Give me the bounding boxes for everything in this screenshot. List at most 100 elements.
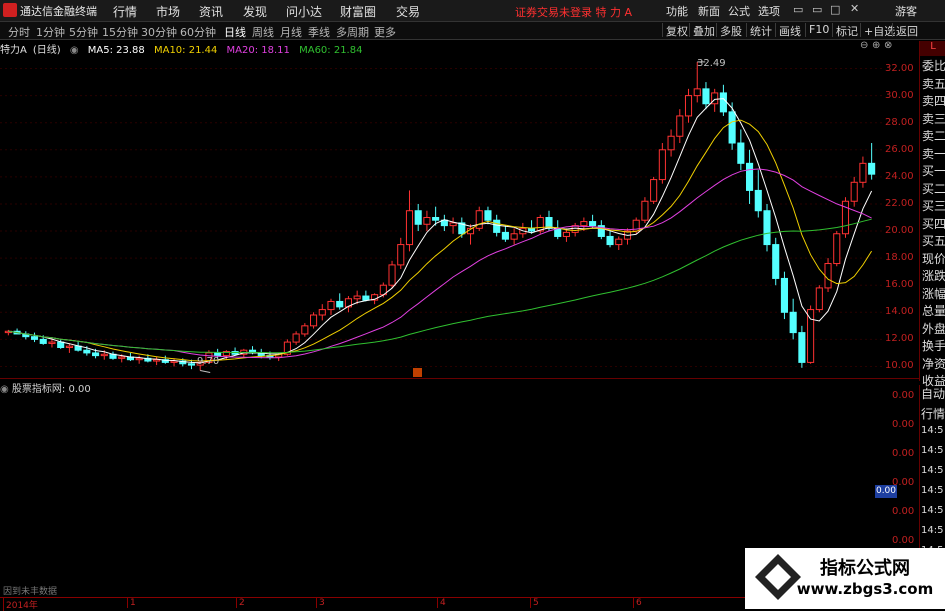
btn-fuquan[interactable]: 复权 [662,23,691,38]
menu-quotes[interactable]: 行情 [113,3,137,20]
period-15min[interactable]: 15分钟 [102,24,138,40]
candle[interactable] [336,293,344,310]
candle[interactable] [780,271,788,320]
candle[interactable] [405,190,414,252]
candle[interactable] [833,231,841,267]
candle[interactable] [702,82,710,110]
candle[interactable] [423,210,431,232]
candle[interactable] [859,156,867,188]
candle[interactable] [841,197,850,238]
menu-trade[interactable]: 交易 [396,3,420,20]
period-1min[interactable]: 1分钟 [36,24,65,40]
candle[interactable] [414,203,422,232]
menu-news[interactable]: 资讯 [199,3,223,20]
close-icon[interactable]: ✕ [850,2,859,15]
candle[interactable] [807,305,815,364]
candle[interactable] [597,220,605,240]
candle[interactable] [388,260,396,288]
candle[interactable] [397,237,405,269]
candle[interactable] [554,220,562,240]
maximize-icon[interactable]: □ [830,3,840,16]
candle[interactable] [501,225,509,242]
candle[interactable] [310,312,318,329]
candle[interactable] [65,343,73,353]
event-marker-icon[interactable] [413,368,422,377]
candle[interactable] [170,358,178,367]
candle[interactable] [824,258,832,292]
menu-market[interactable]: 市场 [156,3,180,20]
indicator-settings-icon[interactable]: ◉ [0,384,9,395]
period-60min[interactable]: 60分钟 [180,24,216,40]
candle[interactable] [30,332,39,343]
period-more[interactable]: 更多 [374,24,396,40]
panel-toggle[interactable]: L [920,41,945,56]
candle[interactable] [623,228,632,245]
candle[interactable] [728,102,736,150]
zoom-out-icon[interactable]: ⊖ [860,40,868,51]
period-monthly[interactable]: 月线 [280,24,302,40]
side-panel-label[interactable]: 行情 [921,405,945,422]
candle[interactable] [815,285,823,313]
menu-formula[interactable]: 公式 [728,3,750,19]
period-5min[interactable]: 5分钟 [69,24,98,40]
candle[interactable] [327,298,335,315]
candle[interactable] [466,224,475,245]
pin-icon[interactable]: ⊗ [884,40,892,51]
candle[interactable] [571,222,579,237]
menu-new-page[interactable]: 新面 [698,3,720,19]
candle[interactable] [153,356,161,366]
candle[interactable] [615,236,623,250]
menu-discover[interactable]: 发现 [243,3,267,20]
candle[interactable] [763,203,771,252]
guest-label[interactable]: 游客 [895,3,917,19]
period-daily[interactable]: 日线 [224,24,246,40]
candle[interactable] [850,176,858,207]
menu-options[interactable]: 选项 [758,3,780,19]
candle[interactable] [606,231,614,248]
btn-draw[interactable]: 画线 [775,23,804,38]
menu-function[interactable]: 功能 [666,3,688,19]
btn-statistics[interactable]: 统计 [746,23,775,38]
minimize-icon[interactable]: ▭ [793,3,803,16]
candle[interactable] [475,206,483,232]
restore-icon[interactable]: ▭ [812,3,822,16]
menu-wealth[interactable]: 财富圈 [340,3,376,20]
candle[interactable] [772,237,780,286]
period-multi[interactable]: 多周期 [336,24,369,40]
candle[interactable] [318,304,326,321]
candle[interactable] [22,331,30,340]
candle[interactable] [789,298,797,340]
candle[interactable] [746,149,754,204]
period-tick[interactable]: 分时 [8,24,30,40]
btn-mark[interactable]: 标记 [832,23,861,38]
period-quarterly[interactable]: 季线 [308,24,330,40]
candle[interactable] [737,129,745,171]
candle[interactable] [109,351,117,360]
candle[interactable] [658,143,666,184]
period-weekly[interactable]: 周线 [252,24,274,40]
candle[interactable] [798,325,806,368]
candle[interactable] [135,355,143,364]
btn-multi-stock[interactable]: 多股 [716,23,745,38]
btn-back[interactable]: 返回 [892,23,921,38]
menu-ask[interactable]: 问小达 [286,3,322,20]
zoom-in-icon[interactable]: ⊕ [872,40,880,51]
candle[interactable] [440,214,448,232]
btn-f10[interactable]: F10 [805,23,832,37]
candle[interactable] [667,129,675,157]
candle[interactable] [676,109,684,144]
candle[interactable] [684,88,693,123]
candle[interactable] [4,329,12,336]
period-30min[interactable]: 30分钟 [141,24,177,40]
candle[interactable] [641,197,649,223]
btn-overlay[interactable]: 叠加 [689,23,718,38]
candle[interactable] [711,88,719,112]
candle[interactable] [301,323,309,337]
candle[interactable] [650,176,658,204]
side-panel-label[interactable]: 自动 [921,385,945,402]
candle[interactable] [48,339,56,348]
candle[interactable] [868,143,876,180]
candle[interactable] [344,296,352,313]
kline-chart[interactable] [0,55,919,380]
candle[interactable] [292,331,300,345]
